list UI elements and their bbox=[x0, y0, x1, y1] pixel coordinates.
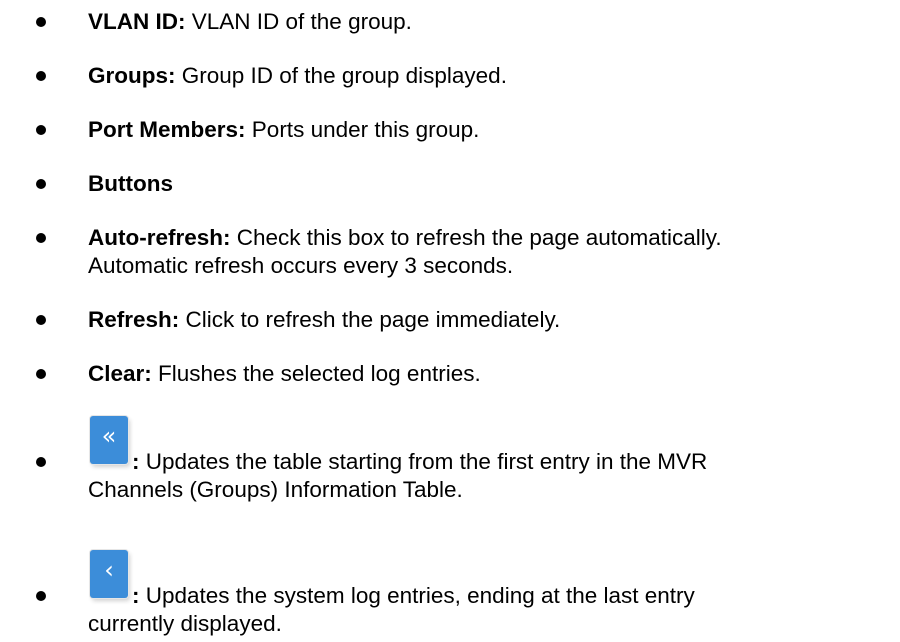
item-term: Groups: bbox=[88, 63, 176, 88]
bullet-icon bbox=[36, 233, 46, 243]
first-page-button: « bbox=[90, 416, 128, 464]
item-term: Auto-refresh: bbox=[88, 225, 231, 250]
item-text: Buttons bbox=[88, 170, 888, 198]
item-desc-line2: Automatic refresh occurs every 3 seconds… bbox=[88, 253, 514, 278]
bullet-icon bbox=[36, 591, 46, 601]
item-desc: VLAN ID of the group. bbox=[185, 9, 412, 34]
item-text-line2: currently displayed. bbox=[88, 610, 888, 638]
bullet-icon bbox=[36, 179, 46, 189]
item-text: VLAN ID: VLAN ID of the group. bbox=[88, 8, 888, 36]
item-desc: Click to refresh the page immediately. bbox=[179, 307, 561, 332]
item-term: Refresh: bbox=[88, 307, 180, 332]
item-desc-line2: currently displayed. bbox=[88, 611, 282, 636]
bullet-icon bbox=[36, 17, 46, 27]
item-desc-line2: Channels (Groups) Information Table. bbox=[88, 477, 463, 502]
first-page-icon: « bbox=[101, 422, 117, 450]
item-text: : Updates the system log entries, ending… bbox=[132, 582, 900, 610]
item-text-line2: Channels (Groups) Information Table. bbox=[88, 476, 888, 504]
item-term: : bbox=[132, 583, 140, 608]
item-term: Clear: bbox=[88, 361, 152, 386]
item-desc: Ports under this group. bbox=[245, 117, 480, 142]
bullet-icon bbox=[36, 315, 46, 325]
item-text: Auto-refresh: Check this box to refresh … bbox=[88, 224, 888, 280]
item-term: Buttons bbox=[88, 171, 173, 196]
previous-page-button: ‹ bbox=[90, 550, 128, 598]
item-desc: Updates the system log entries, ending a… bbox=[139, 583, 695, 608]
bullet-icon bbox=[36, 71, 46, 81]
item-term: Port Members: bbox=[88, 117, 246, 142]
bullet-icon bbox=[36, 125, 46, 135]
item-desc: Check this box to refresh the page autom… bbox=[230, 225, 722, 250]
item-desc: Updates the table starting from the firs… bbox=[139, 449, 708, 474]
item-text: : Updates the table starting from the fi… bbox=[132, 448, 900, 476]
item-text: Refresh: Click to refresh the page immed… bbox=[88, 306, 888, 334]
item-term: VLAN ID: bbox=[88, 9, 186, 34]
item-text: Groups: Group ID of the group displayed. bbox=[88, 62, 888, 90]
item-desc: Flushes the selected log entries. bbox=[151, 361, 481, 386]
item-text: Port Members: Ports under this group. bbox=[88, 116, 888, 144]
item-desc: Group ID of the group displayed. bbox=[175, 63, 507, 88]
item-text: Clear: Flushes the selected log entries. bbox=[88, 360, 888, 388]
item-term: : bbox=[132, 449, 140, 474]
bullet-icon bbox=[36, 369, 46, 379]
bullet-icon bbox=[36, 457, 46, 467]
previous-page-icon: ‹ bbox=[104, 556, 114, 584]
